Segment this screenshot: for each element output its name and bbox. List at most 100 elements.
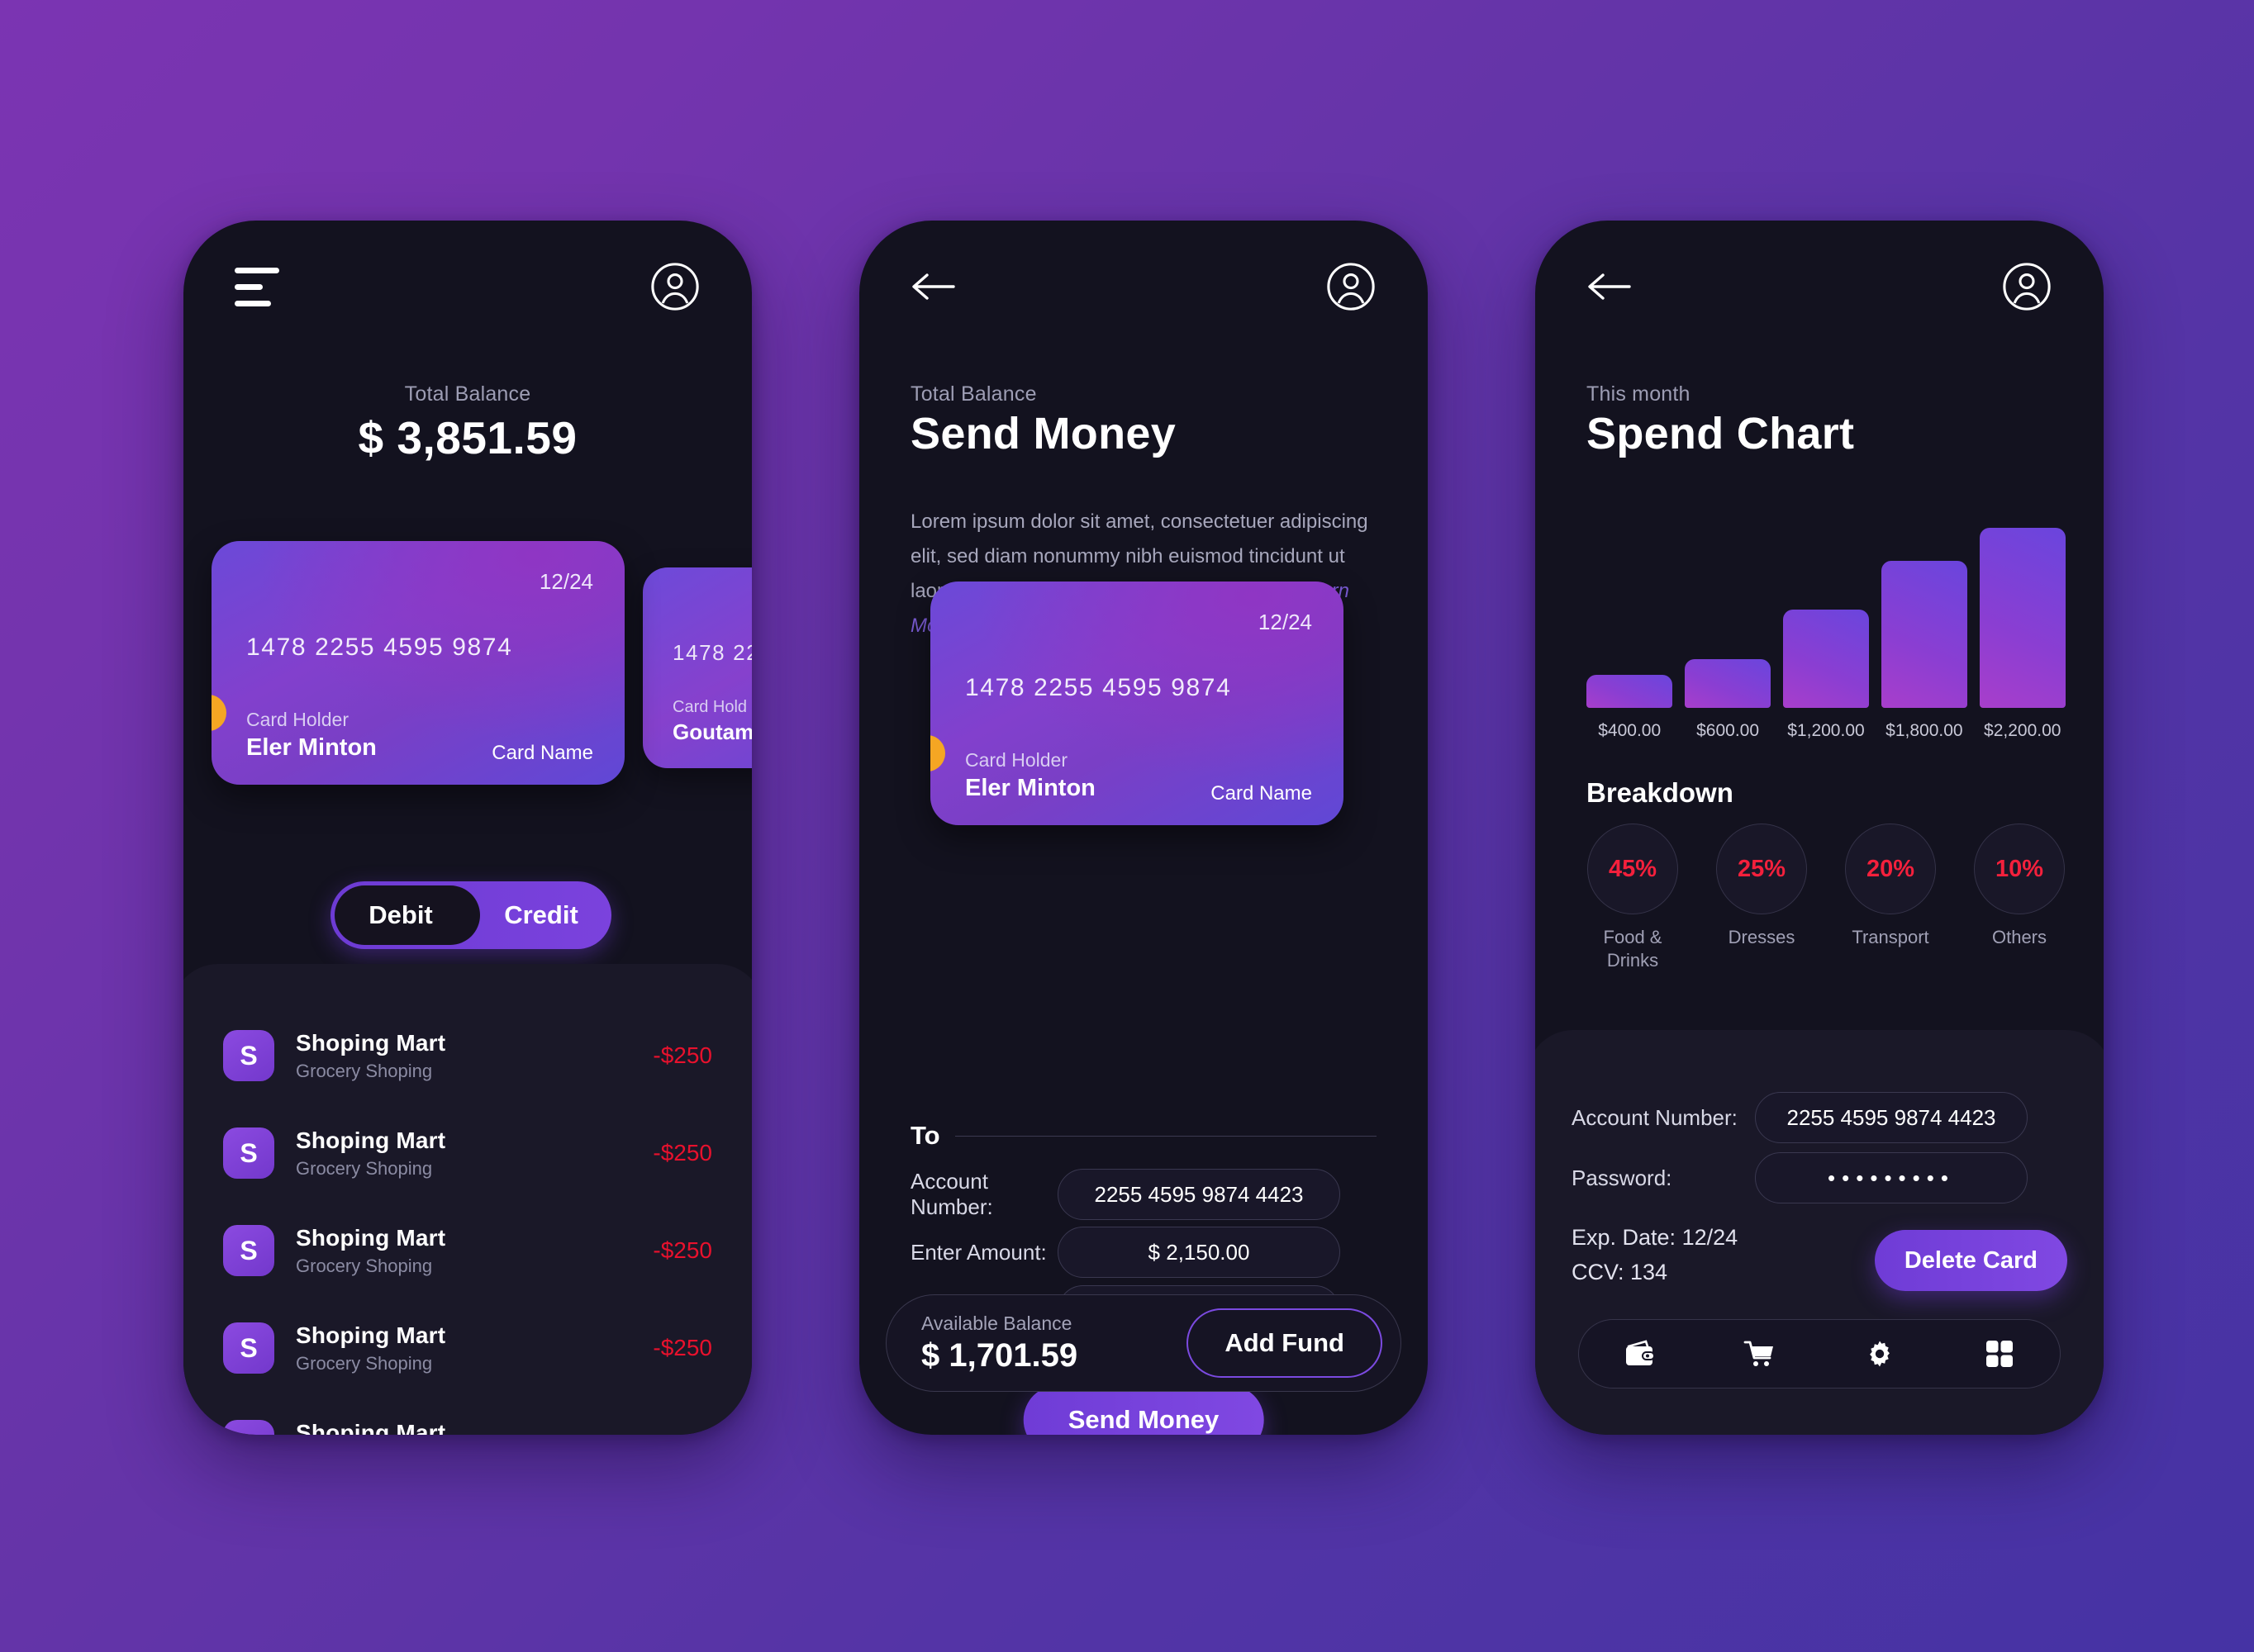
- user-avatar-icon[interactable]: [649, 261, 701, 312]
- card-expiry: 12/24: [539, 569, 593, 594]
- chart-bar-label: $1,200.00: [1787, 721, 1865, 740]
- password-input[interactable]: •••••••••: [1755, 1152, 2028, 1203]
- list-item: 45% Food & Drinks: [1578, 824, 1687, 972]
- breakdown-title: Breakdown: [1586, 777, 1733, 808]
- card-brand-label: Card Name: [492, 742, 593, 764]
- chart-bar[interactable]: [1586, 675, 1673, 708]
- toggle-option-credit[interactable]: Credit: [471, 900, 611, 930]
- card-peek-holder-name: Goutam: [673, 719, 752, 744]
- table-row[interactable]: S Shoping Mart Grocery Shoping -$250: [223, 1299, 712, 1397]
- breakdown-percent[interactable]: 25%: [1716, 824, 1807, 914]
- breakdown-percent[interactable]: 45%: [1587, 824, 1678, 914]
- breakdown-label: Dresses: [1728, 927, 1795, 947]
- transactions-panel: S Shoping Mart Grocery Shoping -$250 S S…: [183, 964, 752, 1435]
- ccv-text: CCV: 134: [1572, 1260, 1668, 1284]
- available-balance-amount: $ 1,701.59: [921, 1336, 1078, 1374]
- debit-credit-toggle[interactable]: Debit Credit: [330, 881, 611, 949]
- transaction-name: Shoping Mart: [296, 1224, 446, 1251]
- transaction-amount: -$250: [653, 1237, 712, 1263]
- back-arrow-icon[interactable]: [1586, 268, 1633, 305]
- table-row[interactable]: S Shoping Mart Grocery Shoping -$250: [223, 1202, 712, 1299]
- transaction-name: Shoping Mart: [296, 1322, 446, 1348]
- to-label: To: [911, 1121, 940, 1150]
- card-number: 1478 2255 4595 9874: [965, 674, 1232, 701]
- card-peek-number: 1478 225: [673, 640, 752, 665]
- page-title: Spend Chart: [1586, 409, 1855, 458]
- gear-icon[interactable]: [1851, 1331, 1909, 1377]
- chart-bar[interactable]: [1782, 610, 1870, 708]
- list-item: 25% Dresses: [1707, 824, 1816, 972]
- shopping-cart-icon[interactable]: [1730, 1331, 1788, 1377]
- user-avatar-icon[interactable]: [1325, 261, 1377, 312]
- chart-bar[interactable]: [1979, 527, 2066, 708]
- breakdown-label: Transport: [1852, 927, 1929, 947]
- transaction-category: Grocery Shoping: [296, 1352, 433, 1374]
- page-title: Send Money: [911, 409, 1177, 458]
- toggle-option-debit[interactable]: Debit: [330, 900, 471, 930]
- available-balance-block: Available Balance $ 1,701.59: [921, 1313, 1077, 1374]
- chart-bar-label: $600.00: [1696, 721, 1760, 740]
- spend-bar-chart: $400.00 $600.00 $1,200.00 $1,800.00 $2,200.0…: [1586, 493, 2066, 741]
- available-balance-label: Available Balance: [921, 1312, 1072, 1334]
- phone-screen-home: Total Balance $ 3,851.59 1478 225 Card H…: [183, 221, 752, 1435]
- table-row[interactable]: S Shoping Mart Grocery Shoping -$250: [223, 1007, 712, 1104]
- account-number-input[interactable]: 2255 4595 9874 4423: [1755, 1092, 2028, 1143]
- balance-label: Total Balance: [404, 382, 531, 406]
- chart-bar[interactable]: [1684, 658, 1771, 708]
- card-holder-label: Card Holder: [965, 749, 1068, 771]
- breakdown-percent[interactable]: 10%: [1974, 824, 2065, 914]
- table-row[interactable]: S Shoping Mart Grocery Shoping -$250: [223, 1104, 712, 1202]
- breakdown-label: Others: [1991, 927, 2047, 947]
- account-number-input[interactable]: 2255 4595 9874 4423: [1058, 1169, 1340, 1220]
- transaction-amount: -$250: [653, 1042, 712, 1068]
- chart-bar-label: $400.00: [1598, 721, 1662, 740]
- transaction-category: Grocery Shoping: [296, 1255, 433, 1276]
- balance-amount: $ 3,851.59: [358, 412, 578, 463]
- chart-bar-label: $1,800.00: [1885, 721, 1963, 740]
- card-number: 1478 2255 4595 9874: [246, 634, 513, 661]
- table-row[interactable]: S Shoping Mart Grocery Shoping -$250: [223, 1397, 712, 1435]
- amount-input[interactable]: $ 2,150.00: [1058, 1227, 1340, 1278]
- account-number-label: Account Number:: [1572, 1104, 1738, 1130]
- transaction-amount: -$250: [653, 1140, 712, 1165]
- page-eyebrow: Total Balance: [911, 382, 1037, 406]
- divider: [954, 1135, 1377, 1137]
- user-avatar-icon[interactable]: [2001, 261, 2052, 312]
- credit-card-primary[interactable]: 12/24 1478 2255 4595 9874 Card Holder El…: [212, 541, 625, 785]
- spend-chart-heading: This month Spend Chart: [1586, 382, 1854, 459]
- amount-label: Enter Amount:: [911, 1239, 1047, 1265]
- delete-card-button[interactable]: Delete Card: [1874, 1230, 2067, 1291]
- bottom-nav-bar: [1578, 1319, 2061, 1389]
- send-money-button[interactable]: Send Money: [1023, 1385, 1264, 1435]
- amount-row: Enter Amount: $ 2,150.00: [911, 1227, 1340, 1278]
- list-item: 20% Transport: [1836, 824, 1945, 972]
- balance-block: Total Balance $ 3,851.59: [183, 382, 752, 464]
- spend-chart-screen: This month Spend Chart $400.00 $600.00 $1,…: [1535, 221, 2104, 1435]
- bar-group: $1,200.00: [1782, 610, 1870, 741]
- card-holder-label: Card Holder: [246, 709, 349, 730]
- account-number-row: Account Number: 2255 4595 9874 4423: [911, 1169, 1340, 1220]
- phone-screen-send-money: Total Balance Send Money Lorem ipsum dol…: [859, 221, 1428, 1435]
- back-arrow-icon[interactable]: [911, 268, 957, 305]
- grid-apps-icon[interactable]: [1971, 1331, 2028, 1377]
- chart-bar-label: $2,200.00: [1984, 721, 2061, 740]
- credit-card-secondary[interactable]: 1478 225 Card Hold Goutam: [643, 567, 752, 768]
- list-item: 10% Others: [1965, 824, 2074, 972]
- account-number-row: Account Number: 2255 4595 9874 4423: [1572, 1092, 2028, 1143]
- send-money-topbar: [859, 221, 1428, 353]
- add-fund-button[interactable]: Add Fund: [1186, 1308, 1382, 1378]
- card-peek-holder-label: Card Hold: [673, 698, 748, 716]
- transaction-name: Shoping Mart: [296, 1419, 446, 1436]
- available-balance-bar: Available Balance $ 1,701.59 Add Fund: [886, 1294, 1401, 1392]
- hamburger-icon[interactable]: [235, 267, 279, 306]
- card-holder-name: Eler Minton: [246, 734, 377, 761]
- credit-card-primary[interactable]: 12/24 1478 2255 4595 9874 Card Holder El…: [930, 582, 1343, 825]
- spend-chart-topbar: [1535, 221, 2104, 353]
- breakdown-percent[interactable]: 20%: [1845, 824, 1936, 914]
- transaction-name: Shoping Mart: [296, 1127, 446, 1153]
- wallet-icon[interactable]: [1610, 1331, 1668, 1377]
- home-screen: Total Balance $ 3,851.59 1478 225 Card H…: [183, 221, 752, 1435]
- chart-bar[interactable]: [1881, 560, 1968, 708]
- transaction-amount: -$250: [653, 1432, 712, 1435]
- send-money-heading: Total Balance Send Money: [911, 382, 1176, 459]
